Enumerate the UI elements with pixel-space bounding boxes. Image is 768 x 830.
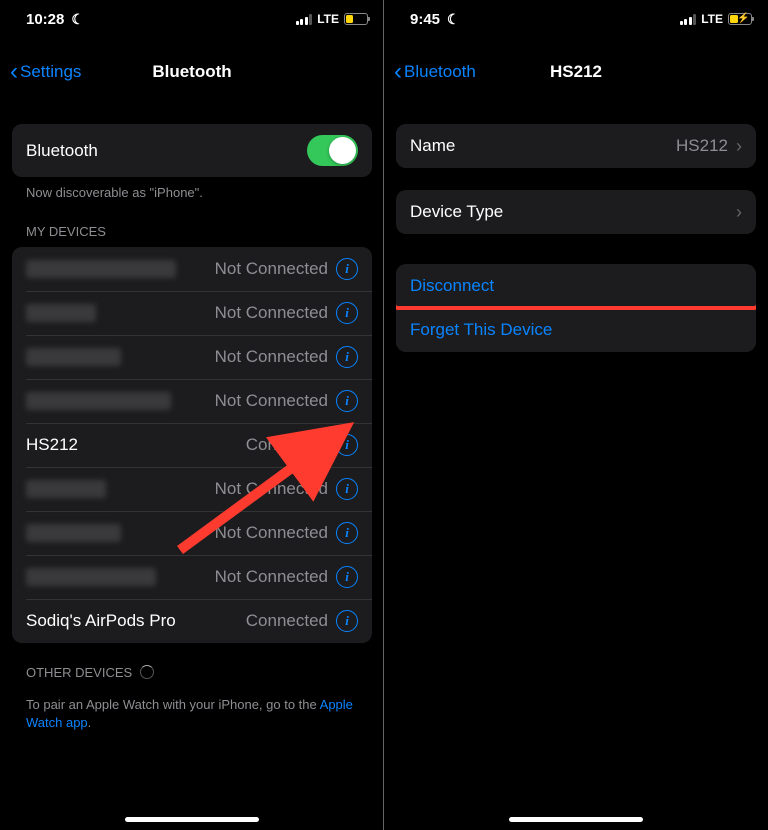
device-name-hidden [26, 304, 96, 322]
network-label: LTE [317, 12, 339, 26]
page-title: Bluetooth [152, 62, 231, 82]
info-icon[interactable]: i [336, 390, 358, 412]
dnd-moon-icon: ☾ [447, 11, 460, 28]
device-name-hidden [26, 524, 121, 542]
device-row[interactable]: Not Connected i [12, 335, 372, 379]
device-type-row[interactable]: Device Type › [396, 190, 756, 234]
device-row[interactable]: Not Connected i [12, 511, 372, 555]
apple-watch-hint: To pair an Apple Watch with your iPhone,… [12, 688, 372, 740]
signal-icon [680, 14, 697, 25]
spinner-icon [140, 665, 154, 679]
info-icon[interactable]: i [336, 434, 358, 456]
chevron-left-icon: ‹ [394, 60, 402, 84]
device-status: Not Connected [215, 303, 328, 323]
network-label: LTE [701, 12, 723, 26]
status-time: 9:45 [410, 11, 440, 28]
info-icon[interactable]: i [336, 610, 358, 632]
device-row-airpods[interactable]: Sodiq's AirPods Pro Connected i [12, 599, 372, 643]
name-value: HS212 [676, 136, 728, 156]
info-icon[interactable]: i [336, 522, 358, 544]
device-row[interactable]: Not Connected i [12, 291, 372, 335]
device-row[interactable]: Not Connected i [12, 467, 372, 511]
device-name: Sodiq's AirPods Pro [26, 611, 176, 631]
bluetooth-label: Bluetooth [26, 141, 98, 161]
device-status: Not Connected [215, 259, 328, 279]
device-name-hidden [26, 480, 106, 498]
info-icon[interactable]: i [336, 566, 358, 588]
info-icon[interactable]: i [336, 346, 358, 368]
device-name-hidden [26, 568, 156, 586]
discoverable-text: Now discoverable as "iPhone". [12, 177, 372, 202]
status-time: 10:28 [26, 11, 64, 28]
device-row-hs212[interactable]: HS212 Connected i [12, 423, 372, 467]
right-screenshot: 9:45 ☾ LTE ⚡ ‹ Bluetooth HS212 Name HS21 [384, 0, 768, 830]
back-label: Bluetooth [404, 62, 476, 82]
signal-icon [296, 14, 313, 25]
back-button[interactable]: ‹ Settings [10, 60, 81, 84]
page-title: HS212 [550, 62, 602, 82]
device-name-hidden [26, 392, 171, 410]
status-bar: 10:28 ☾ LTE [0, 0, 384, 38]
device-status: Not Connected [215, 347, 328, 367]
name-label: Name [410, 136, 455, 156]
home-indicator[interactable] [509, 817, 643, 822]
device-status: Not Connected [215, 391, 328, 411]
my-devices-list: Not Connected i Not Connected i Not Connec… [12, 247, 372, 643]
disconnect-button[interactable]: Disconnect [396, 264, 756, 308]
nav-header: ‹ Bluetooth HS212 [384, 50, 768, 94]
home-indicator[interactable] [125, 817, 259, 822]
back-label: Settings [20, 62, 81, 82]
battery-icon [344, 13, 368, 25]
chevron-right-icon: › [736, 202, 742, 223]
chevron-right-icon: › [736, 136, 742, 157]
device-status: Connected [246, 435, 328, 455]
device-status: Connected [246, 611, 328, 631]
status-bar: 9:45 ☾ LTE ⚡ [384, 0, 768, 38]
device-row[interactable]: Not Connected i [12, 379, 372, 423]
device-status: Not Connected [215, 523, 328, 543]
device-status: Not Connected [215, 567, 328, 587]
dnd-moon-icon: ☾ [71, 11, 84, 28]
device-status: Not Connected [215, 479, 328, 499]
back-button[interactable]: ‹ Bluetooth [394, 60, 476, 84]
bluetooth-toggle-row[interactable]: Bluetooth [12, 124, 372, 177]
info-icon[interactable]: i [336, 258, 358, 280]
device-name-row[interactable]: Name HS212 › [396, 124, 756, 168]
info-icon[interactable]: i [336, 302, 358, 324]
my-devices-header: MY DEVICES [12, 202, 372, 247]
other-devices-header: OTHER DEVICES [12, 643, 372, 688]
forget-device-button[interactable]: Forget This Device [396, 308, 756, 352]
device-row[interactable]: Not Connected i [12, 247, 372, 291]
device-name-hidden [26, 348, 121, 366]
device-name-hidden [26, 260, 176, 278]
device-name: HS212 [26, 435, 78, 455]
device-type-label: Device Type [410, 202, 503, 222]
chevron-left-icon: ‹ [10, 60, 18, 84]
left-screenshot: 10:28 ☾ LTE ‹ Settings Bluetooth Bluetoo… [0, 0, 384, 830]
bluetooth-toggle[interactable] [307, 135, 358, 166]
forget-label: Forget This Device [410, 320, 552, 340]
disconnect-label: Disconnect [410, 276, 494, 296]
nav-header: ‹ Settings Bluetooth [0, 50, 384, 94]
info-icon[interactable]: i [336, 478, 358, 500]
battery-charging-icon: ⚡ [728, 13, 752, 25]
device-row[interactable]: Not Connected i [12, 555, 372, 599]
